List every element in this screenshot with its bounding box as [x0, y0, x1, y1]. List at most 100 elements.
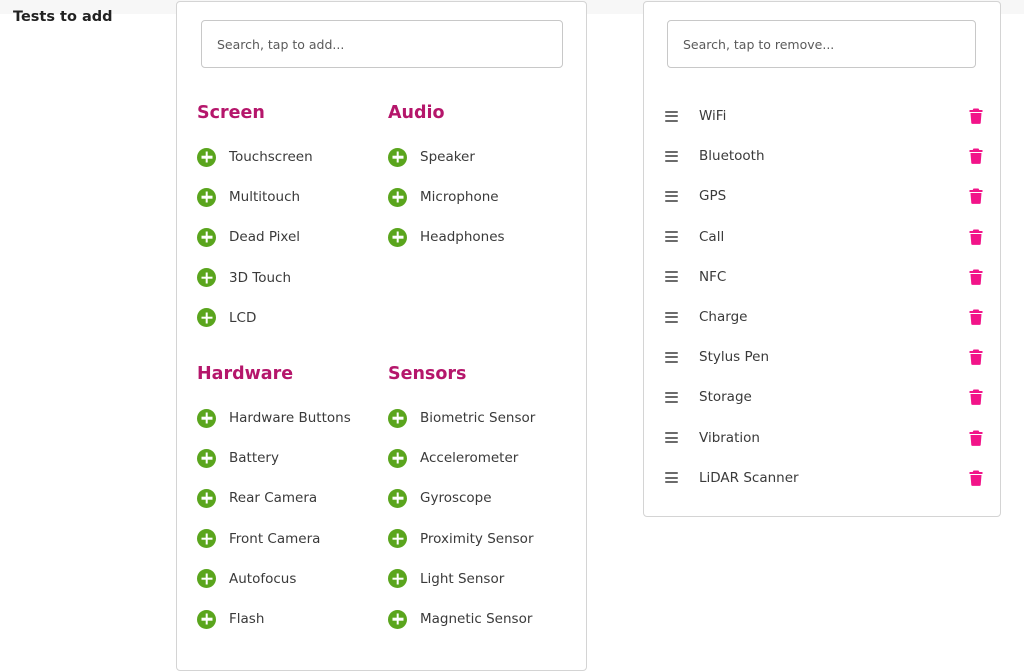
selected-test-item[interactable]: WiFi: [665, 96, 985, 136]
add-test-item[interactable]: Autofocus: [197, 559, 377, 599]
add-test-item[interactable]: Microphone: [388, 177, 568, 217]
add-test-item[interactable]: Dead Pixel: [197, 217, 377, 257]
plus-circle-icon[interactable]: [197, 569, 216, 589]
add-test-item[interactable]: Gyroscope: [388, 478, 568, 518]
plus-circle-icon[interactable]: [197, 227, 216, 247]
selected-test-item[interactable]: Stylus Pen: [665, 337, 985, 377]
add-test-item[interactable]: Rear Camera: [197, 478, 377, 518]
trash-icon[interactable]: [969, 229, 983, 245]
plus-circle-icon[interactable]: [197, 147, 216, 167]
test-label: Autofocus: [229, 570, 297, 587]
trash-icon[interactable]: [969, 188, 983, 205]
selected-test-item[interactable]: LiDAR Scanner: [665, 458, 985, 498]
add-test-item[interactable]: Accelerometer: [388, 438, 568, 478]
drag-handle-icon[interactable]: [665, 432, 678, 444]
selected-test-item[interactable]: Charge: [665, 297, 985, 337]
test-label: Magnetic Sensor: [420, 611, 533, 628]
test-label: Storage: [699, 389, 752, 406]
test-label: 3D Touch: [229, 269, 292, 286]
add-test-item[interactable]: Front Camera: [197, 519, 377, 559]
test-label: WiFi: [699, 108, 727, 125]
test-label: Stylus Pen: [699, 349, 770, 366]
trash-icon[interactable]: [969, 269, 983, 285]
plus-circle-icon[interactable]: [388, 187, 407, 207]
test-label: Gyroscope: [420, 490, 492, 507]
test-label: Bluetooth: [699, 148, 765, 165]
add-test-item[interactable]: Proximity Sensor: [388, 519, 568, 559]
test-label: Charge: [699, 309, 748, 326]
plus-circle-icon[interactable]: [388, 609, 407, 629]
trash-icon[interactable]: [969, 470, 983, 486]
drag-handle-icon[interactable]: [665, 150, 678, 162]
add-test-item[interactable]: Battery: [197, 438, 377, 478]
test-label: Accelerometer: [420, 450, 519, 467]
plus-circle-icon[interactable]: [197, 609, 216, 629]
test-label: Dead Pixel: [229, 229, 301, 246]
selected-test-item[interactable]: Storage: [665, 377, 985, 417]
category-title: Sensors: [388, 364, 467, 384]
test-label: GPS: [699, 188, 727, 205]
selected-test-item[interactable]: Bluetooth: [665, 136, 985, 176]
plus-circle-icon[interactable]: [197, 268, 216, 288]
plus-circle-icon[interactable]: [388, 529, 407, 549]
trash-icon[interactable]: [969, 309, 983, 325]
test-label: Touchscreen: [229, 149, 313, 166]
plus-circle-icon[interactable]: [197, 408, 216, 428]
test-label: Proximity Sensor: [420, 530, 534, 547]
test-label: Vibration: [699, 429, 760, 446]
remove-search-input[interactable]: [667, 20, 976, 68]
add-test-item[interactable]: 3D Touch: [197, 258, 377, 298]
plus-circle-icon[interactable]: [197, 448, 216, 468]
add-search-input[interactable]: [201, 20, 563, 68]
selected-test-item[interactable]: Vibration: [665, 418, 985, 458]
trash-icon[interactable]: [969, 349, 983, 366]
category-title: Audio: [388, 103, 445, 123]
selected-test-item[interactable]: Call: [665, 217, 985, 257]
drag-handle-icon[interactable]: [665, 472, 678, 484]
selected-tests-list: WiFi Bluetooth GPS Call NFC Charge Stylus Pen S…: [665, 96, 985, 498]
plus-circle-icon[interactable]: [197, 187, 216, 207]
plus-circle-icon[interactable]: [197, 529, 216, 549]
add-test-item[interactable]: Headphones: [388, 217, 568, 257]
test-label: Light Sensor: [420, 570, 505, 587]
add-test-item[interactable]: Biometric Sensor: [388, 398, 568, 438]
plus-circle-icon[interactable]: [197, 308, 216, 328]
add-test-item[interactable]: Light Sensor: [388, 559, 568, 599]
plus-circle-icon[interactable]: [197, 488, 216, 508]
test-label: Front Camera: [229, 530, 321, 547]
selected-tests-panel: WiFi Bluetooth GPS Call NFC Charge Stylus Pen S…: [643, 1, 1001, 517]
test-label: Headphones: [420, 229, 505, 246]
plus-circle-icon[interactable]: [388, 569, 407, 589]
trash-icon[interactable]: [969, 148, 983, 165]
trash-icon[interactable]: [969, 108, 983, 124]
test-label: Speaker: [420, 149, 475, 166]
available-tests-panel: Screen Touchscreen Multitouch Dead Pixel 3D…: [176, 1, 587, 671]
plus-circle-icon[interactable]: [388, 408, 407, 428]
drag-handle-icon[interactable]: [665, 351, 678, 363]
plus-circle-icon[interactable]: [388, 227, 407, 247]
drag-handle-icon[interactable]: [665, 231, 678, 243]
test-label: LiDAR Scanner: [699, 469, 799, 486]
test-label: Battery: [229, 450, 279, 467]
drag-handle-icon[interactable]: [665, 110, 678, 122]
trash-icon[interactable]: [969, 430, 983, 446]
test-label: Microphone: [420, 189, 499, 206]
selected-test-item[interactable]: NFC: [665, 257, 985, 297]
trash-icon[interactable]: [969, 389, 983, 406]
drag-handle-icon[interactable]: [665, 190, 678, 202]
plus-circle-icon[interactable]: [388, 488, 407, 508]
add-test-item[interactable]: LCD: [197, 298, 377, 338]
selected-test-item[interactable]: GPS: [665, 176, 985, 216]
drag-handle-icon[interactable]: [665, 311, 678, 323]
add-test-item[interactable]: Hardware Buttons: [197, 398, 377, 438]
add-test-item[interactable]: Flash: [197, 599, 377, 639]
add-test-item[interactable]: Touchscreen: [197, 137, 377, 177]
add-test-item[interactable]: Multitouch: [197, 177, 377, 217]
drag-handle-icon[interactable]: [665, 271, 678, 283]
add-test-item[interactable]: Magnetic Sensor: [388, 599, 568, 639]
test-label: NFC: [699, 268, 727, 285]
add-test-item[interactable]: Speaker: [388, 137, 568, 177]
drag-handle-icon[interactable]: [665, 391, 678, 403]
plus-circle-icon[interactable]: [388, 147, 407, 167]
plus-circle-icon[interactable]: [388, 448, 407, 468]
